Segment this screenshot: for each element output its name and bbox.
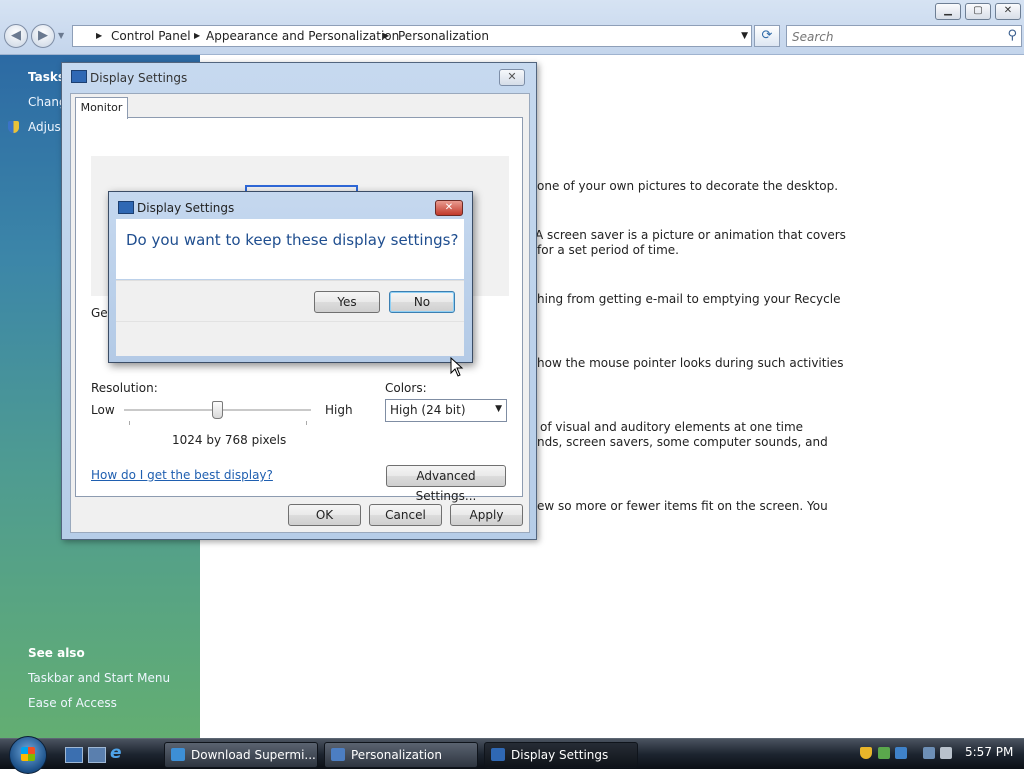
colors-select-value: High (24 bit) bbox=[390, 403, 466, 417]
desc-sounds: hing from getting e-mail to emptying you… bbox=[537, 292, 841, 306]
taskbar: e Download Supermi... Personalization Di… bbox=[0, 736, 1024, 774]
colors-select[interactable]: High (24 bit) ▼ bbox=[385, 399, 507, 422]
resolution-label: Resolution: bbox=[91, 381, 158, 395]
slider-tick bbox=[129, 421, 130, 425]
back-arrow-icon: ◀ bbox=[11, 28, 21, 43]
taskbar-item-label: Download Supermi... bbox=[191, 748, 316, 762]
resolution-slider-thumb[interactable] bbox=[212, 401, 223, 419]
cancel-button[interactable]: Cancel bbox=[369, 504, 442, 526]
search-input[interactable] bbox=[790, 28, 999, 45]
colors-label: Colors: bbox=[385, 381, 427, 395]
breadcrumb-appearance[interactable]: Appearance and Personalization bbox=[206, 26, 399, 46]
back-button[interactable]: ◀ bbox=[4, 24, 28, 48]
taskbar-item-display-settings[interactable]: Display Settings bbox=[484, 742, 638, 768]
forward-button[interactable]: ▶ bbox=[31, 24, 55, 48]
tab-monitor[interactable]: Monitor bbox=[75, 97, 128, 119]
slider-tick bbox=[306, 421, 307, 425]
minimize-button[interactable]: ▁ bbox=[935, 3, 961, 20]
apply-button[interactable]: Apply bbox=[450, 504, 523, 526]
explorer-toolbar: ▁ ▢ ✕ ◀ ▶ ▼ ▶ Control Panel ▶ Appearance… bbox=[0, 0, 1024, 55]
chevron-down-icon: ▼ bbox=[495, 404, 502, 414]
search-icon[interactable]: ⚲ bbox=[1007, 28, 1017, 43]
tasks-heading: Tasks bbox=[28, 70, 66, 84]
desc-mouse-pointers: how the mouse pointer looks during such … bbox=[537, 356, 844, 370]
shield-icon bbox=[8, 121, 19, 133]
start-button[interactable] bbox=[9, 736, 47, 774]
dialog-footer bbox=[116, 321, 464, 356]
task-link-adjust[interactable]: Adjust bbox=[28, 120, 66, 134]
taskbar-item-label: Personalization bbox=[351, 748, 442, 762]
resolution-value: 1024 by 768 pixels bbox=[172, 433, 287, 447]
refresh-button[interactable]: ⟳ bbox=[754, 25, 780, 47]
best-display-help-link[interactable]: How do I get the best display? bbox=[91, 468, 273, 482]
taskbar-item-download[interactable]: Download Supermi... bbox=[164, 742, 318, 768]
close-icon: ✕ bbox=[507, 70, 517, 83]
volume-muted-icon[interactable] bbox=[940, 747, 952, 759]
desc-screen-saver-2: for a set period of time. bbox=[537, 243, 679, 257]
display-settings-icon bbox=[491, 748, 505, 761]
maximize-button[interactable]: ▢ bbox=[965, 3, 991, 20]
refresh-icon: ⟳ bbox=[761, 28, 773, 43]
link-taskbar-start-menu[interactable]: Taskbar and Start Menu bbox=[28, 671, 170, 685]
close-icon: ✕ bbox=[444, 202, 454, 213]
display-settings-icon bbox=[71, 70, 87, 83]
resolution-low-label: Low bbox=[91, 403, 115, 417]
internet-explorer-icon bbox=[171, 748, 185, 761]
advanced-settings-button[interactable]: Advanced Settings... bbox=[386, 465, 506, 503]
display-settings-titlebar[interactable]: Display Settings ✕ bbox=[62, 63, 536, 91]
desc-theme: of visual and auditory elements at one t… bbox=[540, 420, 804, 434]
breadcrumb-separator-icon: ▶ bbox=[96, 31, 103, 40]
switch-windows-icon[interactable] bbox=[88, 747, 106, 763]
breadcrumb-separator-icon: ▶ bbox=[383, 31, 390, 40]
display-settings-close-button[interactable]: ✕ bbox=[499, 69, 525, 86]
display-settings-icon bbox=[118, 201, 134, 214]
resolution-high-label: High bbox=[325, 403, 353, 417]
dialog-button-row: Yes No bbox=[116, 280, 464, 321]
breadcrumb-control-panel[interactable]: Control Panel bbox=[111, 26, 191, 46]
no-button[interactable]: No bbox=[389, 291, 455, 313]
taskbar-item-personalization[interactable]: Personalization bbox=[324, 742, 478, 768]
recent-pages-dropdown-icon[interactable]: ▼ bbox=[58, 31, 64, 40]
yes-button[interactable]: Yes bbox=[314, 291, 380, 313]
desc-desktop-background: one of your own pictures to decorate the… bbox=[537, 179, 839, 193]
update-icon[interactable] bbox=[878, 747, 890, 759]
show-desktop-icon[interactable] bbox=[65, 747, 83, 763]
address-dropdown-icon[interactable]: ▼ bbox=[741, 26, 748, 46]
see-also-heading: See also bbox=[28, 646, 85, 660]
breadcrumb-personalization[interactable]: Personalization bbox=[398, 26, 489, 46]
close-window-button[interactable]: ✕ bbox=[995, 3, 1021, 20]
search-box[interactable]: ⚲ bbox=[786, 25, 1022, 47]
link-ease-of-access[interactable]: Ease of Access bbox=[28, 696, 117, 710]
network-icon[interactable] bbox=[895, 747, 907, 759]
mouse-pointer-icon bbox=[450, 357, 464, 377]
ok-button[interactable]: OK bbox=[288, 504, 361, 526]
forward-arrow-icon: ▶ bbox=[38, 28, 48, 43]
keep-settings-dialog: Display Settings ✕ Do you want to keep t… bbox=[108, 191, 473, 363]
address-bar[interactable]: ▶ Control Panel ▶ Appearance and Persona… bbox=[72, 25, 752, 47]
taskbar-item-label: Display Settings bbox=[511, 748, 609, 762]
security-alert-icon[interactable] bbox=[860, 747, 872, 759]
desc-screen-saver: A screen saver is a picture or animation… bbox=[535, 228, 846, 242]
display-settings-title: Display Settings bbox=[90, 71, 188, 85]
dialog-close-button[interactable]: ✕ bbox=[435, 200, 463, 216]
desc-display-settings: ew so more or fewer items fit on the scr… bbox=[537, 499, 828, 513]
dialog-title: Display Settings bbox=[137, 201, 235, 215]
clock[interactable]: 5:57 PM bbox=[965, 745, 1013, 759]
breadcrumb-separator-icon: ▶ bbox=[194, 31, 201, 40]
internet-explorer-icon[interactable]: e bbox=[110, 743, 122, 763]
desc-theme-2: nds, screen savers, some computer sounds… bbox=[537, 435, 828, 449]
dialog-body: Do you want to keep these display settin… bbox=[116, 219, 464, 279]
control-panel-icon bbox=[331, 748, 345, 761]
dialog-question: Do you want to keep these display settin… bbox=[126, 231, 459, 249]
display-tray-icon[interactable] bbox=[923, 747, 935, 759]
windows-logo-icon bbox=[21, 747, 35, 761]
